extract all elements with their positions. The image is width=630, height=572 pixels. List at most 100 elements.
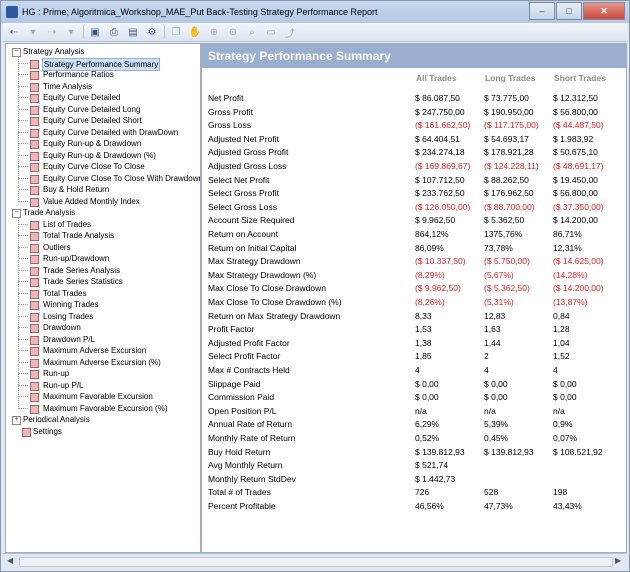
tree-item[interactable]: Value Added Monthly Index [42,196,141,207]
tree-item[interactable]: Maximum Favorable Excursion (%) [42,403,168,414]
tree-item[interactable]: Performance Ratios [42,69,115,80]
title-bar[interactable]: HG : Prime; Algoritmica_Workshop_MAE_Put… [1,1,629,23]
settings-icon[interactable]: ⚙ [144,25,160,39]
zoom-out-icon[interactable]: ⊖ [225,25,241,39]
tree-item[interactable]: Equity Curve Detailed Short [42,115,143,126]
maximize-button[interactable]: □ [556,2,582,20]
tree-item[interactable]: Buy & Hold Return [42,184,110,195]
scroll-left-icon[interactable]: ◀ [7,556,15,566]
forward-icon[interactable]: ⇢ [44,25,60,39]
tree-item[interactable]: Total Trade Analysis [42,230,115,241]
window-controls: – □ ✕ [528,2,625,20]
print-icon[interactable]: ⎙ [106,25,122,39]
tree-group-label[interactable]: Trade Analysis [23,207,75,218]
tree-connector [18,304,28,305]
long-trades-value: 4 [484,365,489,375]
report-page-icon [30,106,39,115]
back-dropdown-icon[interactable]: ▾ [25,25,41,39]
tree-item[interactable]: Time Analysis [42,81,93,92]
short-trades-value: (13,87%) [553,297,588,307]
metric-label: Monthly Return StdDev [208,474,296,484]
summary-row: Profit Factor 1,53 1,63 1,28 [202,323,626,336]
forward-dropdown-icon[interactable]: ▾ [63,25,79,39]
tree-group-label[interactable]: Strategy Analysis [23,46,84,57]
report-title: Strategy Performance Summary [208,49,391,63]
back-icon[interactable]: ⇠ [6,25,22,39]
tree-expander-icon[interactable]: − [12,209,21,218]
tree-connector [18,86,28,87]
short-trades-value: 0,9% [553,419,573,429]
minimize-button[interactable]: – [529,2,555,20]
all-trades-value: 726 [415,487,430,497]
all-trades-value: 6,29% [415,419,440,429]
tree-item[interactable]: Maximum Adverse Excursion (%) [42,357,162,368]
summary-row: Select Gross Loss ($ 126.050,00) ($ 88.7… [202,201,626,214]
metric-label: Slippage Paid [208,379,261,389]
short-trades-value: ($ 14.625,00) [553,256,604,266]
tree-connector [18,408,28,409]
report-page-icon [30,324,39,333]
tree-expander-icon[interactable]: − [12,48,21,57]
tree-item[interactable]: Total Trades [42,288,88,299]
summary-row: Max Close To Close Drawdown (%) (8,26%) … [202,296,626,309]
long-trades-value: 1,63 [484,324,501,334]
long-trades-value: ($ 5.362,50) [484,283,530,293]
export-icon[interactable]: ⤴ [282,25,298,40]
scroll-right-icon[interactable]: ▶ [615,556,623,566]
save-icon[interactable]: ▣ [87,25,103,39]
all-trades-value: $ 86.087,50 [415,93,460,103]
tree-item[interactable]: Trade Series Analysis [42,265,121,276]
tree-item[interactable]: Run-up/Drawdown [42,253,110,264]
tree-item[interactable]: Equity Curve Detailed [42,92,121,103]
metric-label: Gross Loss [208,120,251,130]
horizontal-scrollbar[interactable]: ◀ ▶ [3,553,627,570]
tree-item[interactable]: List of Trades [42,219,92,230]
tree-item[interactable]: Outliers [42,242,72,253]
tree-item[interactable]: Drawdown P/L [42,334,96,345]
print-preview-icon[interactable]: ▤ [125,25,141,39]
tree-connector [18,63,28,64]
tree-connector [18,270,28,271]
scroll-track[interactable] [19,557,613,567]
hand-icon[interactable]: ✋ [187,25,203,39]
metric-label: Max Close To Close Drawdown [208,283,326,293]
tree-item[interactable]: Run-up P/L [42,380,84,391]
tree-group-label[interactable]: Periodical Analysis [23,414,90,425]
summary-row: Gross Profit $ 247.750,00 $ 190.950,00 $… [202,106,626,119]
report-page-icon [30,370,39,379]
tree-item[interactable]: Trade Series Statistics [42,276,124,287]
tree-item[interactable]: Winning Trades [42,299,100,310]
tree-connector [18,189,28,190]
zoom-icon[interactable]: ⌕ [244,25,260,39]
tree-item[interactable]: Run-up [42,368,70,379]
close-button[interactable]: ✕ [583,2,625,20]
tree-item-settings[interactable]: Settings [33,426,62,437]
report-tree: − Strategy Analysis Strategy Performance S… [5,43,201,553]
copy-icon[interactable]: ❐ [168,25,184,39]
short-trades-value: 198 [553,487,568,497]
report-panel: Strategy Performance Summary All Trades … [201,43,627,553]
summary-row: Select Profit Factor 1,85 2 1,52 [202,350,626,363]
tree-item[interactable]: Equity Run-up & Drawdown [42,138,142,149]
fit-icon[interactable]: ▭ [263,25,279,39]
tree-item[interactable]: Maximum Favorable Excursion [42,391,154,402]
zoom-in-icon[interactable]: ⊕ [206,25,222,39]
all-trades-value: $ 0,00 [415,379,439,389]
window-title: HG : Prime; Algoritmica_Workshop_MAE_Put… [22,7,378,17]
all-trades-value: 1,53 [415,324,432,334]
tree-connector [18,178,28,179]
tree-item[interactable]: Drawdown [42,322,82,333]
tree-item[interactable]: Equity Curve Close To Close With Drawdow… [42,173,200,184]
tree-item[interactable]: Equity Curve Close To Close [42,161,146,172]
all-trades-value: $ 234.274,18 [415,147,465,157]
report-page-icon [30,301,39,310]
tree-item[interactable]: Equity Run-up & Drawdown (%) [42,150,157,161]
tree-item[interactable]: Losing Trades [42,311,94,322]
tree-expander-icon[interactable]: + [12,416,21,425]
tree-item[interactable]: Maximum Adverse Excursion [42,345,147,356]
summary-row: Select Gross Profit $ 233.762,50 $ 176.9… [202,187,626,200]
tree-item[interactable]: Equity Curve Detailed with DrawDown [42,127,179,138]
metric-label: Adjusted Net Profit [208,134,279,144]
toolbar: ⇠ ▾ ⇢ ▾ ▣ ⎙ ▤ ⚙ ❐ ✋ ⊕ ⊖ ⌕ ▭ ⤴ [3,23,627,42]
tree-item[interactable]: Equity Curve Detailed Long [42,104,141,115]
